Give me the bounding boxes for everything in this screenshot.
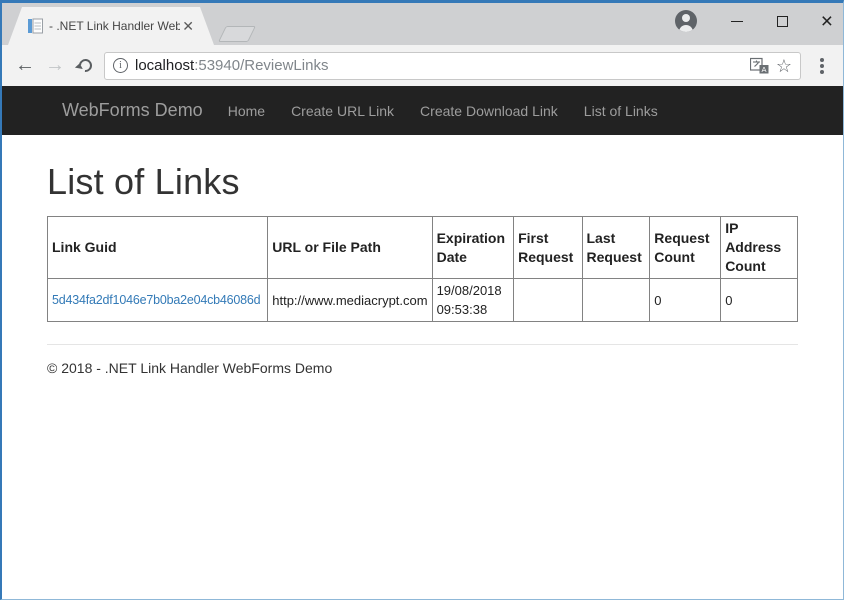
browser-tab[interactable]: - .NET Link Handler WebF ✕ (8, 7, 214, 45)
refresh-icon[interactable] (70, 51, 100, 81)
col-header-first-request: First Request (514, 217, 582, 279)
tab-strip: - .NET Link Handler WebF ✕ × (2, 3, 843, 45)
copyright-text: © 2018 - .NET Link Handler WebForms Demo (47, 360, 798, 396)
page-info-icon[interactable]: i (113, 58, 128, 73)
navbar-brand[interactable]: WebForms Demo (62, 100, 203, 121)
page-title: List of Links (47, 161, 798, 203)
browser-window: - .NET Link Handler WebF ✕ × ← → i local… (0, 0, 844, 600)
url-path: :53940/ReviewLinks (194, 57, 328, 74)
tab-close-icon[interactable]: ✕ (180, 17, 196, 35)
nav-item-create-download-link[interactable]: Create Download Link (407, 103, 571, 119)
profile-icon[interactable] (675, 10, 697, 32)
nav-item-create-url-link[interactable]: Create URL Link (278, 103, 407, 119)
cell-first-request (514, 279, 582, 322)
col-header-ip-address-count: IP Address Count (721, 217, 798, 279)
window-controls: × (675, 6, 833, 36)
new-tab-button[interactable] (218, 26, 256, 42)
nav-item-home[interactable]: Home (215, 103, 278, 119)
cell-link-guid: 5d434fa2df1046e7b0ba2e04cb46086d (48, 279, 268, 322)
minimize-button[interactable] (730, 21, 744, 22)
url-host: localhost (135, 57, 194, 74)
col-header-url-or-file-path: URL or File Path (268, 217, 432, 279)
nav-item-list-of-links[interactable]: List of Links (571, 103, 671, 119)
favicon-icon (28, 18, 43, 34)
translate-icon[interactable]: A (750, 57, 769, 74)
back-icon[interactable]: ← (10, 51, 40, 81)
maximize-button[interactable] (777, 16, 788, 27)
col-header-request-count: Request Count (650, 217, 721, 279)
col-header-link-guid: Link Guid (48, 217, 268, 279)
bookmark-star-icon[interactable]: ☆ (776, 57, 792, 75)
close-button[interactable]: × (821, 11, 833, 32)
link-guid-link[interactable]: 5d434fa2df1046e7b0ba2e04cb46086d (52, 293, 260, 307)
tab-title: - .NET Link Handler WebF (49, 19, 180, 33)
site-navbar: WebForms Demo Home Create URL Link Creat… (2, 86, 843, 135)
table-row: 5d434fa2df1046e7b0ba2e04cb46086d http://… (48, 279, 798, 322)
cell-ip-address-count: 0 (721, 279, 798, 322)
footer-divider (47, 344, 798, 345)
col-header-expiration-date: Expiration Date (432, 217, 514, 279)
browser-toolbar: ← → i localhost:53940/ReviewLinks A ☆ (2, 45, 843, 86)
cell-request-count: 0 (650, 279, 721, 322)
cell-url-or-file-path: http://www.mediacrypt.com (268, 279, 432, 322)
col-header-last-request: Last Request (582, 217, 650, 279)
browser-menu-icon[interactable] (809, 51, 835, 81)
table-header-row: Link Guid URL or File Path Expiration Da… (48, 217, 798, 279)
cell-expiration-date: 19/08/2018 09:53:38 (432, 279, 514, 322)
page-content: List of Links Link Guid URL or File Path… (2, 161, 843, 396)
cell-last-request (582, 279, 650, 322)
forward-icon: → (40, 51, 70, 81)
svg-text:A: A (761, 65, 766, 74)
address-bar[interactable]: i localhost:53940/ReviewLinks A ☆ (104, 52, 801, 80)
url-text[interactable]: localhost:53940/ReviewLinks (135, 57, 743, 74)
links-table: Link Guid URL or File Path Expiration Da… (47, 216, 798, 322)
